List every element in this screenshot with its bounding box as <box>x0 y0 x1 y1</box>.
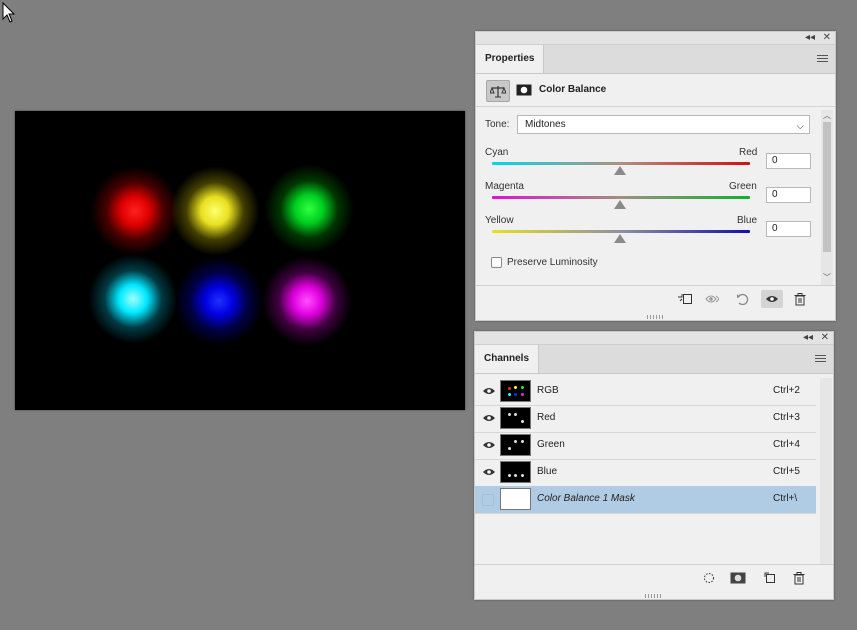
resize-grip[interactable] <box>646 315 665 319</box>
properties-panel: ◂◂ ✕ Properties Color Balance Tone: Midt… <box>475 31 836 321</box>
magenta-green-slider-track[interactable] <box>492 196 750 199</box>
slider-green-label: Green <box>729 181 757 192</box>
channels-panel: ◂◂ ✕ Channels RGB Ctrl+2 Red Ctrl+3 Gree… <box>474 331 834 600</box>
eye-icon[interactable] <box>482 440 496 450</box>
slider-magenta-label: Magenta <box>485 181 524 192</box>
channel-shortcut: Ctrl+3 <box>773 412 800 423</box>
cyan-red-slider-thumb[interactable] <box>614 166 626 175</box>
channel-thumbnail-blue <box>500 461 531 483</box>
yellow-blue-slider-track[interactable] <box>492 230 750 233</box>
trash-icon[interactable] <box>789 290 811 308</box>
glow-blue <box>174 256 264 346</box>
properties-tab-row: Properties <box>476 45 835 74</box>
close-icon[interactable]: ✕ <box>823 32 831 44</box>
tab-channels[interactable]: Channels <box>475 345 540 373</box>
mouse-cursor-icon <box>2 2 16 23</box>
color-balance-controls: Tone: Midtones ⌵ Cyan Red 0 Magenta Gree… <box>476 107 821 284</box>
eye-icon[interactable] <box>482 413 496 423</box>
preserve-luminosity-checkbox[interactable] <box>491 257 502 268</box>
channel-shortcut: Ctrl+4 <box>773 439 800 450</box>
adjustment-title: Color Balance <box>539 84 607 95</box>
tone-label: Tone: <box>485 119 510 130</box>
scroll-down-icon[interactable]: ﹀ <box>821 272 833 283</box>
channels-footer <box>475 564 833 591</box>
toggle-visibility-icon[interactable] <box>761 290 783 308</box>
color-balance-icon[interactable] <box>486 80 510 102</box>
slider-red-label: Red <box>739 147 758 158</box>
properties-scrollbar[interactable]: ︿ ﹀ <box>821 110 833 286</box>
channel-row-green[interactable]: Green Ctrl+4 <box>475 432 816 460</box>
channel-name: Color Balance 1 Mask <box>537 493 635 504</box>
channel-name: RGB <box>537 385 559 396</box>
panel-title-bar[interactable]: ◂◂ ✕ <box>476 32 835 45</box>
glow-red <box>90 166 180 256</box>
glow-yellow <box>170 166 260 256</box>
eye-icon[interactable] <box>482 386 496 396</box>
panel-menu-icon[interactable] <box>815 355 826 363</box>
reset-icon[interactable] <box>732 290 754 308</box>
slider-blue-label: Blue <box>737 215 758 226</box>
close-icon[interactable]: ✕ <box>821 332 829 344</box>
visibility-toggle-empty[interactable] <box>482 494 494 506</box>
save-selection-as-channel-icon[interactable] <box>727 569 749 587</box>
tab-properties[interactable]: Properties <box>476 45 545 73</box>
clip-to-layer-icon[interactable] <box>674 290 696 308</box>
channel-name: Red <box>537 412 556 423</box>
channel-shortcut: Ctrl+\ <box>773 493 798 504</box>
panel-menu-icon[interactable] <box>817 55 828 63</box>
tone-select-value: Midtones <box>525 119 566 130</box>
channel-thumbnail-red <box>500 407 531 429</box>
load-channel-as-selection-icon[interactable] <box>698 569 720 587</box>
channel-thumbnail-rgb <box>500 380 531 402</box>
channel-thumbnail-mask <box>500 488 531 510</box>
cyan-red-slider-track[interactable] <box>492 162 750 165</box>
yellow-blue-value-input[interactable]: 0 <box>766 221 811 237</box>
tone-select[interactable]: Midtones ⌵ <box>517 115 810 134</box>
eye-icon[interactable] <box>482 467 496 477</box>
preserve-luminosity-label[interactable]: Preserve Luminosity <box>507 257 598 268</box>
channels-list: RGB Ctrl+2 Red Ctrl+3 Green Ctrl+4 Blue <box>475 378 816 565</box>
resize-grip[interactable] <box>645 594 663 598</box>
channels-tab-row: Channels <box>475 345 833 374</box>
channels-scrollbar[interactable] <box>820 378 832 565</box>
channel-row-rgb[interactable]: RGB Ctrl+2 <box>475 378 816 406</box>
view-previous-state-icon[interactable] <box>703 290 725 308</box>
adjustment-header: Color Balance <box>476 74 835 107</box>
slider-yellow-label: Yellow <box>485 215 514 226</box>
properties-footer <box>476 285 835 312</box>
magenta-green-value-input[interactable]: 0 <box>766 187 811 203</box>
collapse-icon[interactable]: ◂◂ <box>803 332 813 344</box>
glow-magenta <box>262 256 352 346</box>
channel-thumbnail-green <box>500 434 531 456</box>
trash-icon[interactable] <box>788 569 810 587</box>
glow-green <box>264 164 354 254</box>
channel-row-red[interactable]: Red Ctrl+3 <box>475 405 816 433</box>
panel-title-bar[interactable]: ◂◂ ✕ <box>475 332 833 345</box>
channel-shortcut: Ctrl+2 <box>773 385 800 396</box>
scroll-up-icon[interactable]: ︿ <box>821 110 833 122</box>
channel-name: Green <box>537 439 565 450</box>
channel-name: Blue <box>537 466 558 477</box>
collapse-icon[interactable]: ◂◂ <box>805 32 815 44</box>
magenta-green-slider-thumb[interactable] <box>614 200 626 209</box>
cyan-red-value-input[interactable]: 0 <box>766 153 811 169</box>
channel-row-color-balance-mask[interactable]: Color Balance 1 Mask Ctrl+\ <box>475 486 816 514</box>
scrollbar-thumb[interactable] <box>823 122 831 252</box>
document-canvas[interactable] <box>15 111 465 410</box>
mask-icon[interactable] <box>513 80 535 100</box>
new-channel-icon[interactable] <box>759 569 781 587</box>
glow-cyan <box>88 254 178 344</box>
channel-shortcut: Ctrl+5 <box>773 466 800 477</box>
slider-cyan-label: Cyan <box>485 147 509 158</box>
channel-row-blue[interactable]: Blue Ctrl+5 <box>475 459 816 487</box>
yellow-blue-slider-thumb[interactable] <box>614 234 626 243</box>
chevron-down-icon: ⌵ <box>796 121 804 132</box>
